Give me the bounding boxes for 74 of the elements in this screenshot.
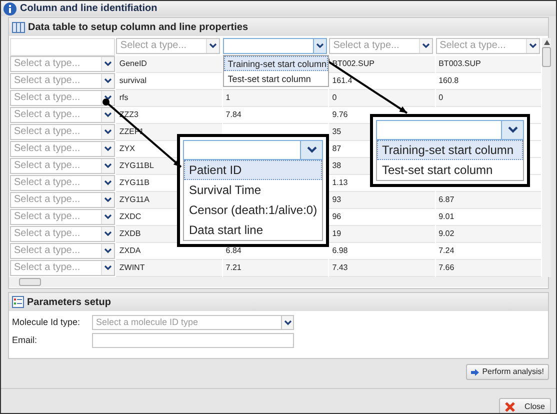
type-select[interactable]: Select a type... (116, 38, 220, 54)
caret-icon (104, 112, 112, 118)
type-select[interactable]: Select a type... (10, 226, 116, 242)
table-cell: ZWINT (116, 260, 222, 277)
caret-icon (422, 43, 430, 49)
scroll-thumb[interactable] (19, 278, 41, 286)
caret-icon (104, 95, 112, 101)
dropdown-option[interactable]: Test-set start column (224, 71, 328, 86)
close-icon (505, 402, 515, 412)
molecule-id-select[interactable]: Select a molecule ID type (92, 315, 294, 330)
panel-title: Parameters setup (27, 296, 111, 310)
caret-icon (104, 197, 112, 203)
type-select[interactable]: Select a type... (10, 107, 116, 123)
caret-icon (104, 214, 112, 220)
dropdown-option[interactable]: Training-set start column (224, 56, 328, 71)
table-icon (12, 22, 25, 32)
table-cell: 19 (329, 226, 435, 243)
email-field[interactable] (92, 333, 294, 348)
type-select[interactable]: Select a type... (10, 243, 116, 259)
table-cell: 93 (329, 192, 435, 209)
field-label: Molecule Id type: (12, 316, 82, 329)
caret-icon (528, 43, 537, 49)
dropdown-option[interactable]: Patient ID (184, 160, 322, 180)
table-cell: 9.02 (436, 226, 541, 243)
caret-icon (104, 61, 112, 67)
type-select[interactable]: Select a type... (10, 124, 116, 140)
caret-icon (284, 320, 292, 326)
table-cell: 7.43 (329, 260, 435, 277)
caret-icon (104, 163, 112, 169)
table-cell: 7.66 (436, 260, 541, 277)
caret-icon (506, 126, 518, 134)
caret-icon (104, 180, 112, 186)
type-select[interactable]: Select a type... (10, 175, 116, 191)
field-label: Email: (12, 334, 38, 347)
table-cell: 0 (436, 90, 541, 107)
caret-icon (316, 43, 324, 49)
type-select[interactable]: Select a type... (10, 192, 116, 208)
dropdown-option[interactable]: Training-set start column (377, 140, 523, 160)
type-select[interactable]: Select a type... (329, 38, 434, 54)
type-select[interactable]: Select a type... (10, 209, 116, 225)
table-cell: 1 (222, 90, 328, 107)
type-select[interactable]: Select a type... (10, 158, 116, 174)
table-cell: 7.21 (222, 260, 328, 277)
type-select[interactable]: Select a type... (10, 73, 116, 89)
table-cell: GeneID (116, 56, 222, 73)
table-cell: 6.87 (436, 192, 541, 209)
scroll-up-icon[interactable] (544, 40, 550, 45)
table-cell: 0 (329, 90, 435, 107)
table-cell: BT002.SUP (329, 56, 435, 73)
table-cell: rfs (116, 90, 222, 107)
arrow-right-icon (471, 368, 480, 376)
type-select[interactable]: Select a type... (10, 141, 116, 157)
form-icon (12, 296, 24, 308)
caret-icon (104, 248, 112, 254)
type-select[interactable] (376, 120, 524, 140)
caret-icon (104, 265, 112, 271)
type-select[interactable]: Select a type... (10, 90, 116, 106)
type-select[interactable]: Select a type... (10, 260, 116, 276)
type-select[interactable]: Select a type... (436, 38, 540, 54)
window-title: Column and line identifiation (20, 2, 158, 16)
panel-title: Data table to setup column and line properties (28, 20, 248, 34)
close-button[interactable]: Close (499, 398, 551, 413)
table-cell: BT003.SUP (436, 56, 541, 73)
type-select[interactable] (183, 140, 323, 160)
caret-icon (104, 78, 112, 84)
caret-icon (104, 146, 112, 152)
type-select[interactable]: Select a type... (10, 56, 116, 72)
caret-icon (209, 43, 218, 49)
caret-icon (104, 129, 112, 135)
caret-icon (104, 231, 112, 237)
perform-analysis-button[interactable]: Perform analysis! (466, 364, 549, 380)
scroll-thumb[interactable] (542, 47, 551, 67)
caret-icon (306, 146, 318, 154)
type-select[interactable] (222, 38, 327, 54)
